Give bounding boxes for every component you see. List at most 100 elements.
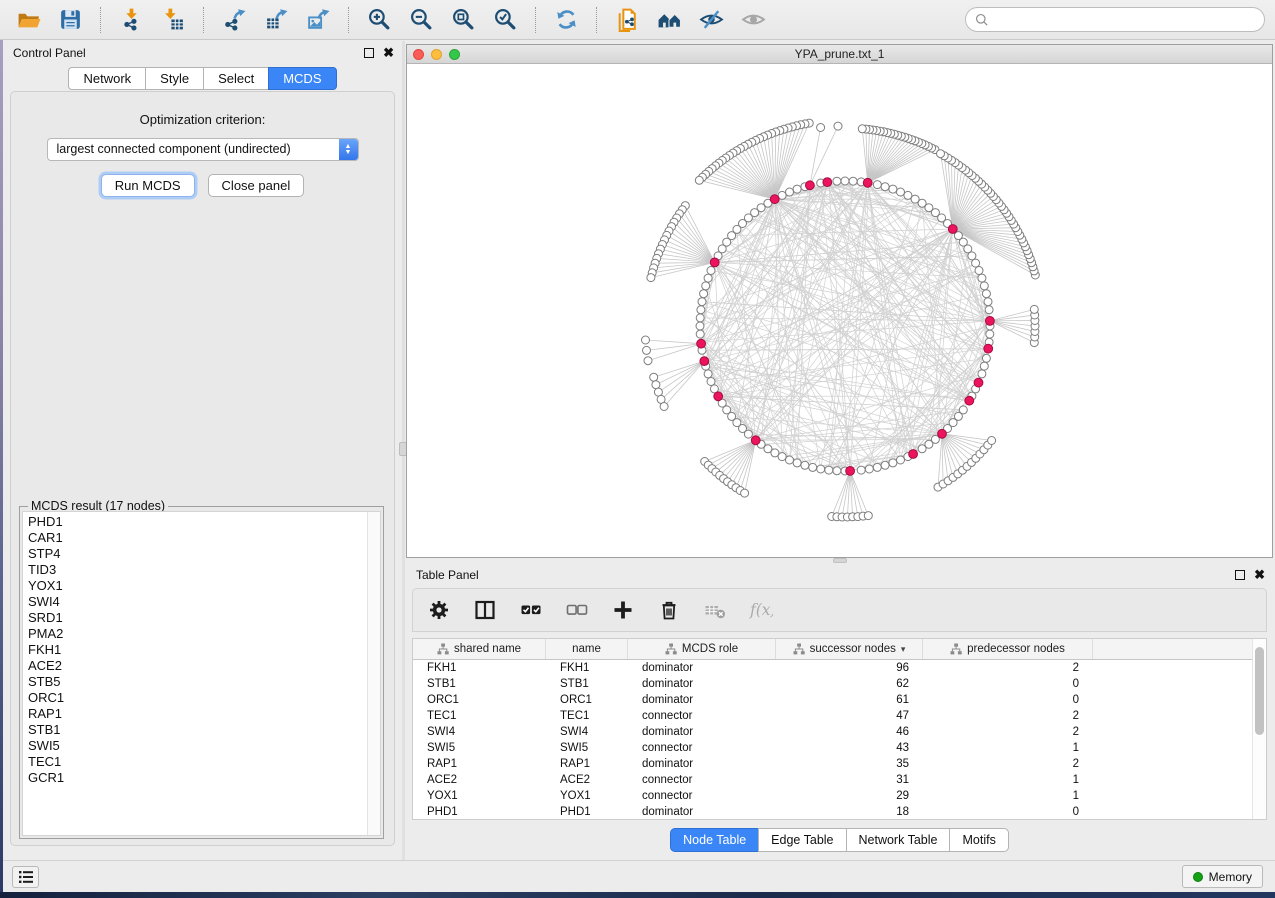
mcds-result-item[interactable]: STP4 [28,546,367,562]
ring-node[interactable] [704,274,712,282]
mcds-hub-node[interactable] [751,436,760,445]
first-neighbors-button[interactable] [651,4,687,36]
ring-node[interactable] [865,465,873,473]
create-column-button[interactable] [611,598,635,622]
ring-node[interactable] [881,461,889,469]
mcds-result-item[interactable]: STB5 [28,674,367,690]
fan-node[interactable] [644,357,652,365]
mcds-result-item[interactable]: SRD1 [28,610,367,626]
fan-node[interactable] [988,437,996,445]
task-history-button[interactable] [12,866,39,888]
table-row[interactable]: RAP1RAP1dominator352 [413,756,1252,772]
close-panel-button[interactable]: Close panel [208,174,305,197]
mcds-result-item[interactable]: TEC1 [28,754,367,770]
zoom-out-button[interactable] [403,4,439,36]
mcds-result-item[interactable]: RAP1 [28,706,367,722]
network-canvas[interactable] [407,64,1272,557]
ring-node[interactable] [704,370,712,378]
mcds-hub-node[interactable] [984,344,993,353]
mcds-hub-node[interactable] [710,258,719,267]
ring-node[interactable] [702,282,710,290]
mcds-result-item[interactable]: PHD1 [28,514,367,530]
ring-node[interactable] [980,282,988,290]
ring-node[interactable] [897,188,905,196]
mcds-hub-node[interactable] [697,339,706,348]
fan-node[interactable] [660,403,668,411]
table-row[interactable]: ORC1ORC1dominator610 [413,692,1252,708]
save-session-button[interactable] [52,4,88,36]
tab-motifs[interactable]: Motifs [949,828,1008,852]
ring-node[interactable] [707,267,715,275]
ring-node[interactable] [985,306,993,314]
mcds-result-item[interactable]: ACE2 [28,658,367,674]
ring-node[interactable] [982,354,990,362]
ring-node[interactable] [980,362,988,370]
ring-node[interactable] [707,378,715,386]
optimization-criterion-dropdown[interactable]: largest connected component (undirected)… [47,138,359,161]
table-row[interactable]: ACE2ACE2connector311 [413,772,1252,788]
mcds-result-item[interactable]: CAR1 [28,530,367,546]
search-input[interactable] [994,13,1256,27]
ring-node[interactable] [793,185,801,193]
mcds-hub-node[interactable] [714,392,723,401]
delete-columns-button[interactable] [657,598,681,622]
ring-node[interactable] [833,467,841,475]
ring-node[interactable] [696,314,704,322]
table-settings-button[interactable] [427,598,451,622]
mcds-hub-node[interactable] [770,195,779,204]
ring-node[interactable] [982,290,990,298]
tab-style[interactable]: Style [145,67,203,90]
float-panel-icon[interactable] [364,48,374,58]
ring-node[interactable] [841,177,849,185]
search-box[interactable] [965,7,1265,32]
close-panel-icon[interactable]: ✖ [383,48,394,58]
mcds-result-list[interactable]: PHD1CAR1STP4TID3YOX1SWI4SRD1PMA2FKH1ACE2… [22,511,381,836]
tab-edge-table[interactable]: Edge Table [758,828,845,852]
mcds-result-item[interactable]: SWI4 [28,594,367,610]
fan-node[interactable] [834,122,842,130]
mcds-result-item[interactable]: ORC1 [28,690,367,706]
fan-node[interactable] [858,125,866,133]
mcds-hub-node[interactable] [846,467,855,476]
import-network-button[interactable] [113,4,149,36]
run-mcds-button[interactable]: Run MCDS [101,174,195,197]
mcds-result-item[interactable]: YOX1 [28,578,367,594]
table-scrollbar[interactable] [1252,639,1266,819]
new-network-from-selection-button[interactable] [609,4,645,36]
ring-node[interactable] [778,453,786,461]
ring-node[interactable] [881,183,889,191]
mcds-result-item[interactable]: PMA2 [28,626,367,642]
ring-node[interactable] [744,430,752,438]
ring-node[interactable] [873,181,881,189]
ring-node[interactable] [975,267,983,275]
hide-selected-button[interactable] [693,4,729,36]
fan-node[interactable] [652,381,660,389]
column-header-MCDS-role[interactable]: MCDS role [628,639,776,659]
ring-node[interactable] [959,406,967,414]
table-row[interactable]: STB1STB1dominator620 [413,676,1252,692]
fan-node[interactable] [741,489,749,497]
mcds-hub-node[interactable] [823,178,832,187]
table-row[interactable]: SWI4SWI4dominator462 [413,724,1252,740]
ring-node[interactable] [697,306,705,314]
column-header-successor-nodes[interactable]: successor nodes▾ [776,639,923,659]
mcds-hub-node[interactable] [948,225,957,234]
close-table-panel-icon[interactable]: ✖ [1254,570,1265,580]
ring-node[interactable] [978,274,986,282]
table-row[interactable]: FKH1FKH1dominator962 [413,660,1252,676]
ring-node[interactable] [825,466,833,474]
tab-mcds[interactable]: MCDS [268,67,336,90]
mcds-result-item[interactable]: TID3 [28,562,367,578]
ring-node[interactable] [793,459,801,467]
table-row[interactable]: SWI5SWI5connector431 [413,740,1252,756]
column-header-predecessor-nodes[interactable]: predecessor nodes [923,639,1093,659]
table-scrollbar-thumb[interactable] [1255,647,1264,735]
export-image-button[interactable] [300,4,336,36]
open-file-button[interactable] [10,4,46,36]
table-row[interactable]: TEC1TEC1connector472 [413,708,1252,724]
ring-node[interactable] [889,459,897,467]
ring-node[interactable] [698,298,706,306]
ring-node[interactable] [978,370,986,378]
fan-node[interactable] [642,336,650,344]
table-row[interactable]: YOX1YOX1connector291 [413,788,1252,804]
